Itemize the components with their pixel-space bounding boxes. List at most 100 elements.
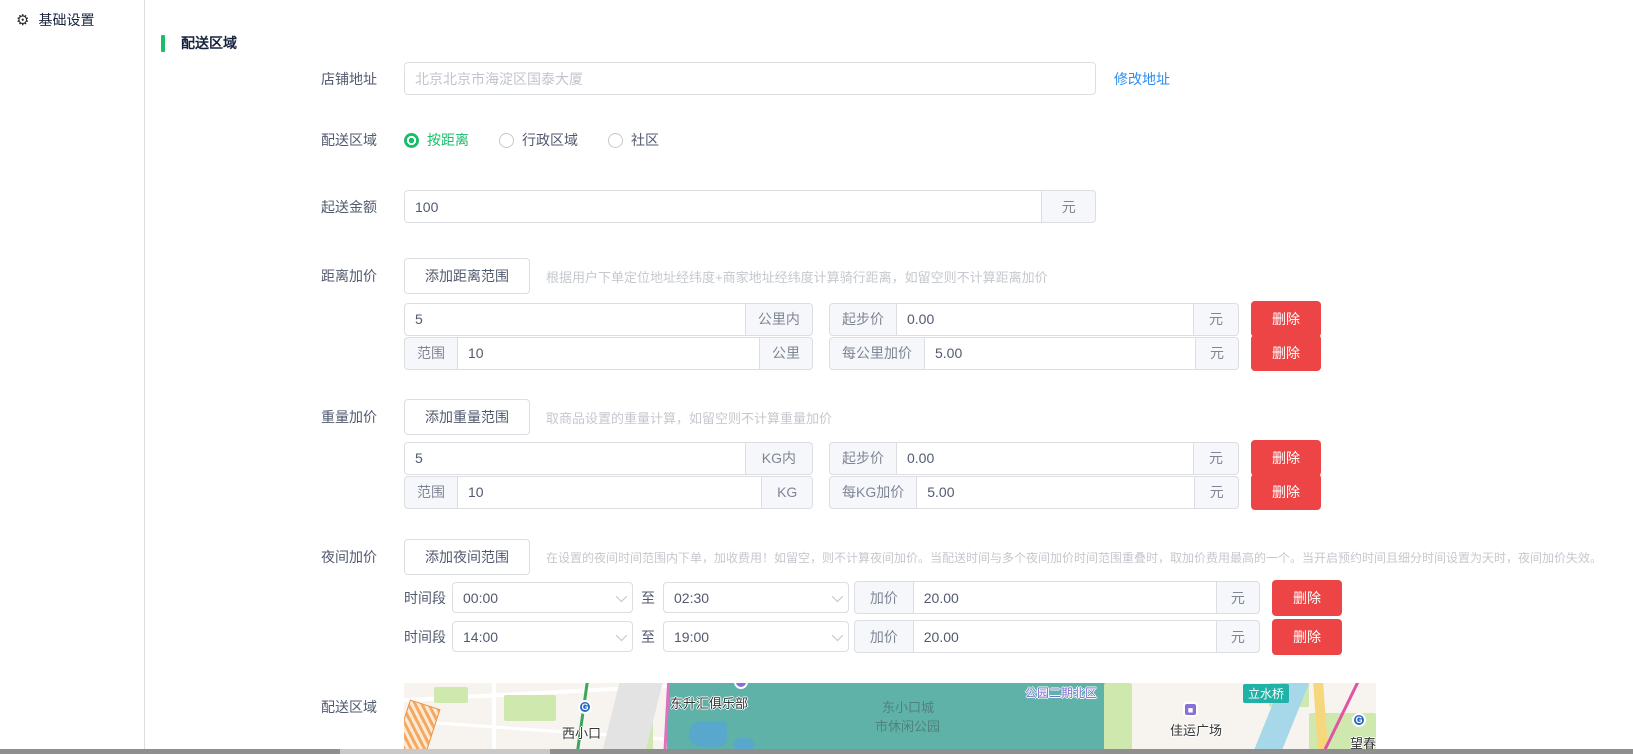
- modify-address-link[interactable]: 修改地址: [1114, 69, 1170, 89]
- min-amount-row: 起送金额 元: [145, 190, 1096, 223]
- add-distance-range-button[interactable]: 添加距离范围: [404, 258, 530, 294]
- distance-row-1: 公里内 起步价 元 删除: [145, 301, 1321, 337]
- per-kg-price-input[interactable]: [916, 476, 1195, 509]
- weight-within-unit: KG内: [746, 442, 813, 475]
- distance-hint: 根据用户下单定位地址经纬度+商家地址经纬度计算骑行距离，如留空则不计算距离加价: [546, 267, 1048, 286]
- horizontal-scrollbar[interactable]: [0, 749, 1633, 754]
- night-hint: 在设置的夜间时间范围内下单，加收费用！如留空，则不计算夜间加价。当配送时间与多个…: [546, 549, 1602, 566]
- map-park: [1104, 683, 1132, 754]
- weight-base-price-input[interactable]: [896, 442, 1194, 475]
- map-label-row: 配送区域: [145, 697, 377, 717]
- delete-button[interactable]: 删除: [1251, 474, 1321, 510]
- end-time-select[interactable]: 19:00: [663, 621, 849, 652]
- weight-row-1: KG内 起步价 元 删除: [145, 440, 1321, 476]
- chevron-down-icon: [832, 590, 843, 601]
- start-time-select[interactable]: 14:00: [452, 621, 633, 652]
- delete-button[interactable]: 删除: [1251, 301, 1321, 337]
- per-kg-unit: 元: [1195, 476, 1239, 509]
- night-row-1: 时间段 00:00 至 02:30 加价 元 删除: [145, 582, 1342, 613]
- start-time-select[interactable]: 00:00: [452, 582, 633, 613]
- map-place-label: 市休闲公园: [875, 716, 940, 735]
- delivery-area-map[interactable]: G 西小口 东升汇俱乐部 东小口城 市休闲公园 公园二期北区 立水桥 ■ 佳运广…: [404, 683, 1376, 754]
- range-prepend: 范围: [404, 476, 457, 509]
- main-content: 配送区域 店铺地址 修改地址 配送区域 按距离 行政区域 社区 起送金额: [145, 0, 1633, 754]
- area-mode-row: 配送区域 按距离 行政区域 社区: [145, 130, 689, 150]
- delete-button[interactable]: 删除: [1251, 335, 1321, 371]
- distance-range-input[interactable]: [457, 337, 760, 370]
- radio-unselected-icon: [608, 133, 623, 148]
- section-header: 配送区域: [161, 33, 237, 53]
- per-km-prepend: 每公里加价: [829, 337, 924, 370]
- add-night-range-button[interactable]: 添加夜间范围: [404, 539, 530, 575]
- radio-by-distance[interactable]: 按距离: [404, 130, 469, 150]
- map-rail-band: [599, 683, 664, 754]
- radio-unselected-icon: [499, 133, 514, 148]
- base-price-prepend: 起步价: [829, 303, 896, 336]
- map-building-block: [404, 700, 440, 754]
- distance-within-unit: 公里内: [746, 303, 813, 336]
- night-row-2: 时间段 14:00 至 19:00 加价 元 删除: [145, 621, 1342, 652]
- distance-label: 距离加价: [145, 266, 377, 286]
- weight-range-unit: KG: [762, 476, 813, 509]
- map-area-label: 配送区域: [145, 697, 377, 717]
- map-park: [504, 695, 556, 721]
- min-amount-input[interactable]: [404, 190, 1042, 223]
- weight-within-input[interactable]: [404, 442, 746, 475]
- store-address-label: 店铺地址: [145, 69, 377, 89]
- chevron-down-icon: [832, 629, 843, 640]
- distance-range-unit: 公里: [760, 337, 813, 370]
- time-range-label: 时间段: [404, 588, 448, 608]
- chevron-down-icon: [616, 629, 627, 640]
- base-price-input[interactable]: [896, 303, 1194, 336]
- store-address-input[interactable]: [404, 62, 1096, 95]
- markup-prepend: 加价: [854, 620, 913, 653]
- radio-admin-region[interactable]: 行政区域: [499, 130, 578, 150]
- map-road: [492, 683, 496, 754]
- distance-row-2: 范围 公里 每公里加价 元 删除: [145, 335, 1321, 371]
- weight-hint: 取商品设置的重量计算，如留空则不计算重量加价: [546, 408, 832, 427]
- min-amount-unit: 元: [1042, 190, 1096, 223]
- weight-label: 重量加价: [145, 407, 377, 427]
- weight-range-input[interactable]: [457, 476, 762, 509]
- markup-prepend: 加价: [854, 581, 913, 614]
- per-kg-prepend: 每KG加价: [829, 476, 916, 509]
- end-time-select[interactable]: 02:30: [663, 582, 849, 613]
- per-km-price-input[interactable]: [924, 337, 1196, 370]
- delete-button[interactable]: 删除: [1251, 440, 1321, 476]
- add-weight-range-button[interactable]: 添加重量范围: [404, 399, 530, 435]
- gear-icon: ⚙: [16, 13, 29, 28]
- scrollbar-thumb[interactable]: [340, 749, 550, 754]
- sidebar-item-label: 基础设置: [38, 10, 94, 30]
- delete-button[interactable]: 删除: [1272, 619, 1342, 655]
- map-pond: [689, 721, 727, 747]
- map-place-label: 公园二期北区: [1025, 684, 1097, 701]
- range-prepend: 范围: [404, 337, 457, 370]
- sidebar-item-basic-settings[interactable]: ⚙ 基础设置: [0, 0, 144, 40]
- time-range-label: 时间段: [404, 627, 448, 647]
- night-markup-input[interactable]: [913, 620, 1217, 653]
- map-place-label: 东小口城: [882, 697, 934, 716]
- delete-button[interactable]: 删除: [1272, 580, 1342, 616]
- distance-header-row: 距离加价 添加距离范围 根据用户下单定位地址经纬度+商家地址经纬度计算骑行距离，…: [145, 258, 1048, 294]
- distance-within-input[interactable]: [404, 303, 746, 336]
- map-place-label: 佳运广场: [1170, 720, 1222, 739]
- map-mall-icon: ■: [1183, 702, 1198, 717]
- min-amount-label: 起送金额: [145, 197, 377, 217]
- night-header-row: 夜间加价 添加夜间范围 在设置的夜间时间范围内下单，加收费用！如留空，则不计算夜…: [145, 539, 1602, 575]
- base-price-unit: 元: [1194, 303, 1239, 336]
- metro-station-icon: G: [578, 700, 592, 714]
- base-price-unit: 元: [1194, 442, 1239, 475]
- markup-unit: 元: [1217, 581, 1260, 614]
- weight-header-row: 重量加价 添加重量范围 取商品设置的重量计算，如留空则不计算重量加价: [145, 399, 832, 435]
- metro-station-icon: G: [1352, 713, 1366, 727]
- per-km-unit: 元: [1196, 337, 1239, 370]
- weight-row-2: 范围 KG 每KG加价 元 删除: [145, 474, 1321, 510]
- map-metro-badge: 立水桥: [1243, 684, 1289, 703]
- radio-community[interactable]: 社区: [608, 130, 659, 150]
- night-markup-input[interactable]: [913, 581, 1217, 614]
- chevron-down-icon: [616, 590, 627, 601]
- map-park: [434, 687, 468, 703]
- map-place-label: 西小口: [562, 723, 601, 742]
- section-accent-bar: [161, 35, 165, 52]
- map-metro-line-green: [573, 683, 590, 754]
